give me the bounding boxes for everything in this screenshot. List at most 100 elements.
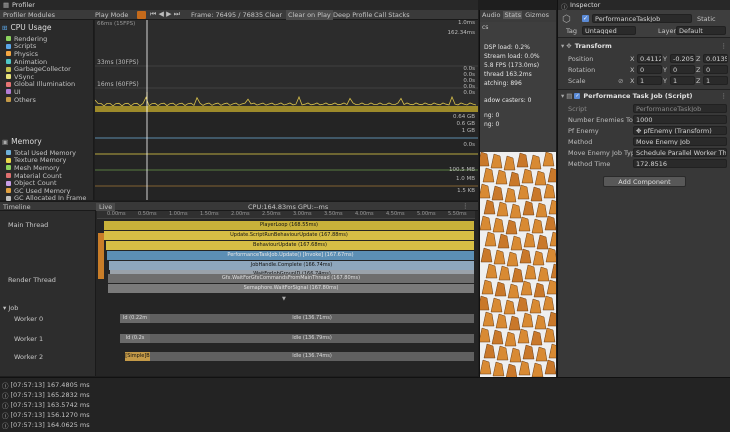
- layer-label: Layer: [658, 27, 677, 35]
- layer-dropdown[interactable]: Default: [676, 26, 726, 35]
- console-entry[interactable]: ⓘ [07:57:13] 163.5742 ms: [2, 400, 90, 410]
- clear-on-play-toggle[interactable]: Clear on Play: [286, 10, 333, 20]
- inspector-tab[interactable]: Inspector: [570, 1, 600, 9]
- chart-right-axis: 1.0ms 162.34ms 0.0s 0.0s 0.0s 0.0s 0.0s 0.64 GB…: [441, 20, 475, 200]
- constrain-scale-icon[interactable]: ⊘: [618, 77, 623, 85]
- rotation-x-field[interactable]: 0: [637, 65, 662, 74]
- axis-y-label[interactable]: Y: [663, 77, 667, 85]
- axis-z-label[interactable]: Z: [696, 55, 700, 63]
- console-entry[interactable]: ⓘ [07:57:13] 156.1270 ms: [2, 410, 90, 420]
- audio-toggle[interactable]: Audio: [482, 11, 500, 19]
- live-toggle[interactable]: Live: [96, 203, 116, 211]
- enemies-field[interactable]: 1000: [633, 115, 727, 124]
- time-ruler[interactable]: 0.00ms 0.50ms 1.00ms 1.50ms 2.00ms 2.50ms 3.00…: [97, 211, 475, 219]
- bar-worker2-idle[interactable]: Idle (136.74ms): [150, 352, 474, 361]
- clear-button[interactable]: Clear: [265, 11, 282, 19]
- component-enabled-checkbox[interactable]: ✓: [574, 93, 581, 99]
- bar-worker0-job[interactable]: Id (0.22m: [120, 314, 150, 323]
- stats-overlay: cs DSP load: 0.2% Stream load: 0.0% 5.8 FP…: [480, 22, 556, 152]
- position-y-field[interactable]: -0.205: [670, 54, 695, 63]
- method-time-field[interactable]: 172.8516: [633, 159, 727, 168]
- bar-behaviour-update[interactable]: BehaviourUpdate (167.68ms): [106, 241, 474, 250]
- thread-main[interactable]: Main Thread: [8, 221, 48, 229]
- add-component-button[interactable]: Add Component: [603, 176, 686, 187]
- profiler-tab[interactable]: Profiler: [12, 1, 35, 9]
- bar-task-job-update[interactable]: PerformanceTaskJob.Update() [Invoke] (16…: [107, 251, 474, 260]
- bar-script-run-update[interactable]: Update.ScriptRunBehaviourUpdate (167.88m…: [104, 231, 474, 240]
- script-component-header[interactable]: ▾ ▤ ✓ Performance Task Job (Script): [561, 92, 693, 100]
- bar-worker1-idle[interactable]: Idle (136.79ms): [150, 334, 474, 343]
- bar-job-handle-complete[interactable]: JobHandle.Complete (166.74ms): [109, 261, 474, 270]
- method-dropdown[interactable]: Move Enemy Job: [633, 137, 727, 146]
- call-stacks-dropdown[interactable]: Call Stacks: [374, 11, 410, 19]
- main-thread-early-samples[interactable]: [98, 233, 104, 279]
- cpu-usage-module-header[interactable]: ⊞ CPU Usage: [2, 23, 51, 32]
- scale-y-field[interactable]: 1: [670, 76, 695, 85]
- axis-z-label[interactable]: Z: [696, 66, 700, 74]
- timeline-view-dropdown[interactable]: Timeline: [3, 203, 31, 211]
- axis-y-label[interactable]: Y: [663, 66, 667, 74]
- profiler-modules-dropdown[interactable]: Profiler Modules: [3, 11, 55, 19]
- axis-x-label[interactable]: X: [630, 66, 634, 74]
- thread-worker-0[interactable]: Worker 0: [14, 315, 43, 323]
- thread-job-group[interactable]: ▾ Job: [3, 304, 18, 312]
- transform-title: Transform: [574, 42, 612, 50]
- gizmos-toggle[interactable]: Gizmos: [525, 11, 549, 19]
- profiler-title-bar: ▦ Profiler: [0, 0, 478, 10]
- memory-module-header[interactable]: ▣ Memory: [2, 137, 42, 146]
- game-view[interactable]: Audio Stats Gizmos cs DSP load: 0.2% Stre…: [479, 10, 556, 377]
- axis-z-label[interactable]: Z: [696, 77, 700, 85]
- profiler-chart-area[interactable]: 66ms (15FPS) 33ms (30FPS) 16ms (60FPS) 1…: [95, 20, 478, 200]
- transform-header[interactable]: ▾ ✥ Transform: [561, 42, 612, 50]
- bar-worker1-job[interactable]: Id (0.2s: [120, 334, 150, 343]
- thread-worker-1[interactable]: Worker 1: [14, 335, 43, 343]
- move-type-dropdown[interactable]: Schedule Parallel Worker Thr: [633, 148, 727, 157]
- bar-semaphore-wait[interactable]: Semaphore.WaitForSignal (167.80ms): [108, 284, 474, 293]
- scale-z-field[interactable]: 1: [703, 76, 728, 85]
- rotation-y-field[interactable]: 0: [670, 65, 695, 74]
- legend-color-swatch: [6, 43, 11, 49]
- expand-marker-icon[interactable]: ▼: [282, 296, 286, 302]
- record-button[interactable]: [137, 11, 146, 19]
- scale-x-field[interactable]: 1: [637, 76, 662, 85]
- tag-dropdown[interactable]: Untagged: [582, 26, 636, 35]
- bar-player-loop[interactable]: PlayerLoop (168.55ms): [104, 221, 474, 230]
- axis-x-label[interactable]: X: [630, 55, 634, 63]
- legend-item[interactable]: Others: [6, 96, 75, 104]
- thread-render[interactable]: Render Thread: [8, 276, 56, 284]
- stat-line: DSP load: 0.2%: [484, 44, 530, 51]
- profiler-toolbar: Profiler Modules Play Mode ⏮ ◀ ▶ ⏭ Frame…: [0, 10, 478, 20]
- timeline-body[interactable]: Main Thread Render Thread ▾ Job Worker 0…: [0, 211, 478, 376]
- timeline-settings-icon[interactable]: ⋮: [462, 202, 469, 210]
- thread-worker-2[interactable]: Worker 2: [14, 353, 43, 361]
- position-z-field[interactable]: 0.0135: [703, 54, 728, 63]
- axis-x-label[interactable]: X: [630, 77, 634, 85]
- active-checkbox[interactable]: ✓: [582, 15, 589, 22]
- memory-legend: Total Used Memory Texture Memory Mesh Memo…: [6, 149, 86, 202]
- console-entry[interactable]: ⓘ [07:57:13] 164.0625 ms: [2, 420, 90, 430]
- pf-enemy-field[interactable]: ✥ pfEnemy (Transform): [633, 126, 727, 135]
- stats-toggle[interactable]: Stats: [503, 11, 523, 19]
- axis-y-label[interactable]: Y: [663, 55, 667, 63]
- step-controls-icon[interactable]: ⏮ ◀ ▶ ⏭: [150, 10, 180, 19]
- deep-profile-toggle[interactable]: Deep Profile: [333, 11, 372, 19]
- play-mode-dropdown[interactable]: Play Mode: [95, 11, 128, 19]
- bar-gfx-wait[interactable]: Gfx.WaitForGfxCommandsFromMainThread (16…: [108, 274, 474, 283]
- component-menu-icon[interactable]: ⋮: [721, 42, 728, 50]
- bar-worker0-idle[interactable]: Idle (136.71ms): [150, 314, 474, 323]
- position-x-field[interactable]: 0.4112: [637, 54, 662, 63]
- console-entry[interactable]: ⓘ [07:57:13] 165.2832 ms: [2, 390, 90, 400]
- game-render-canvas[interactable]: [480, 152, 556, 377]
- axis-label: 0.0s: [463, 142, 475, 148]
- gameobject-cube-icon: ⬡: [562, 14, 571, 25]
- object-name-field[interactable]: PerformanceTaskJob: [592, 14, 692, 23]
- rotation-z-field[interactable]: 0: [703, 65, 728, 74]
- component-menu-icon[interactable]: ⋮: [721, 92, 728, 100]
- bar-worker2-job[interactable]: [Simple]B: [125, 352, 150, 361]
- cpu-chart-svg[interactable]: [95, 20, 478, 200]
- static-toggle[interactable]: Static: [697, 15, 716, 23]
- memory-icon: ▣: [2, 137, 9, 146]
- console-entry[interactable]: ⓘ [07:57:13] 167.4805 ms: [2, 380, 90, 390]
- stat-line: ng: 0: [484, 121, 500, 128]
- console-message: [07:57:13] 163.5742 ms: [10, 401, 90, 409]
